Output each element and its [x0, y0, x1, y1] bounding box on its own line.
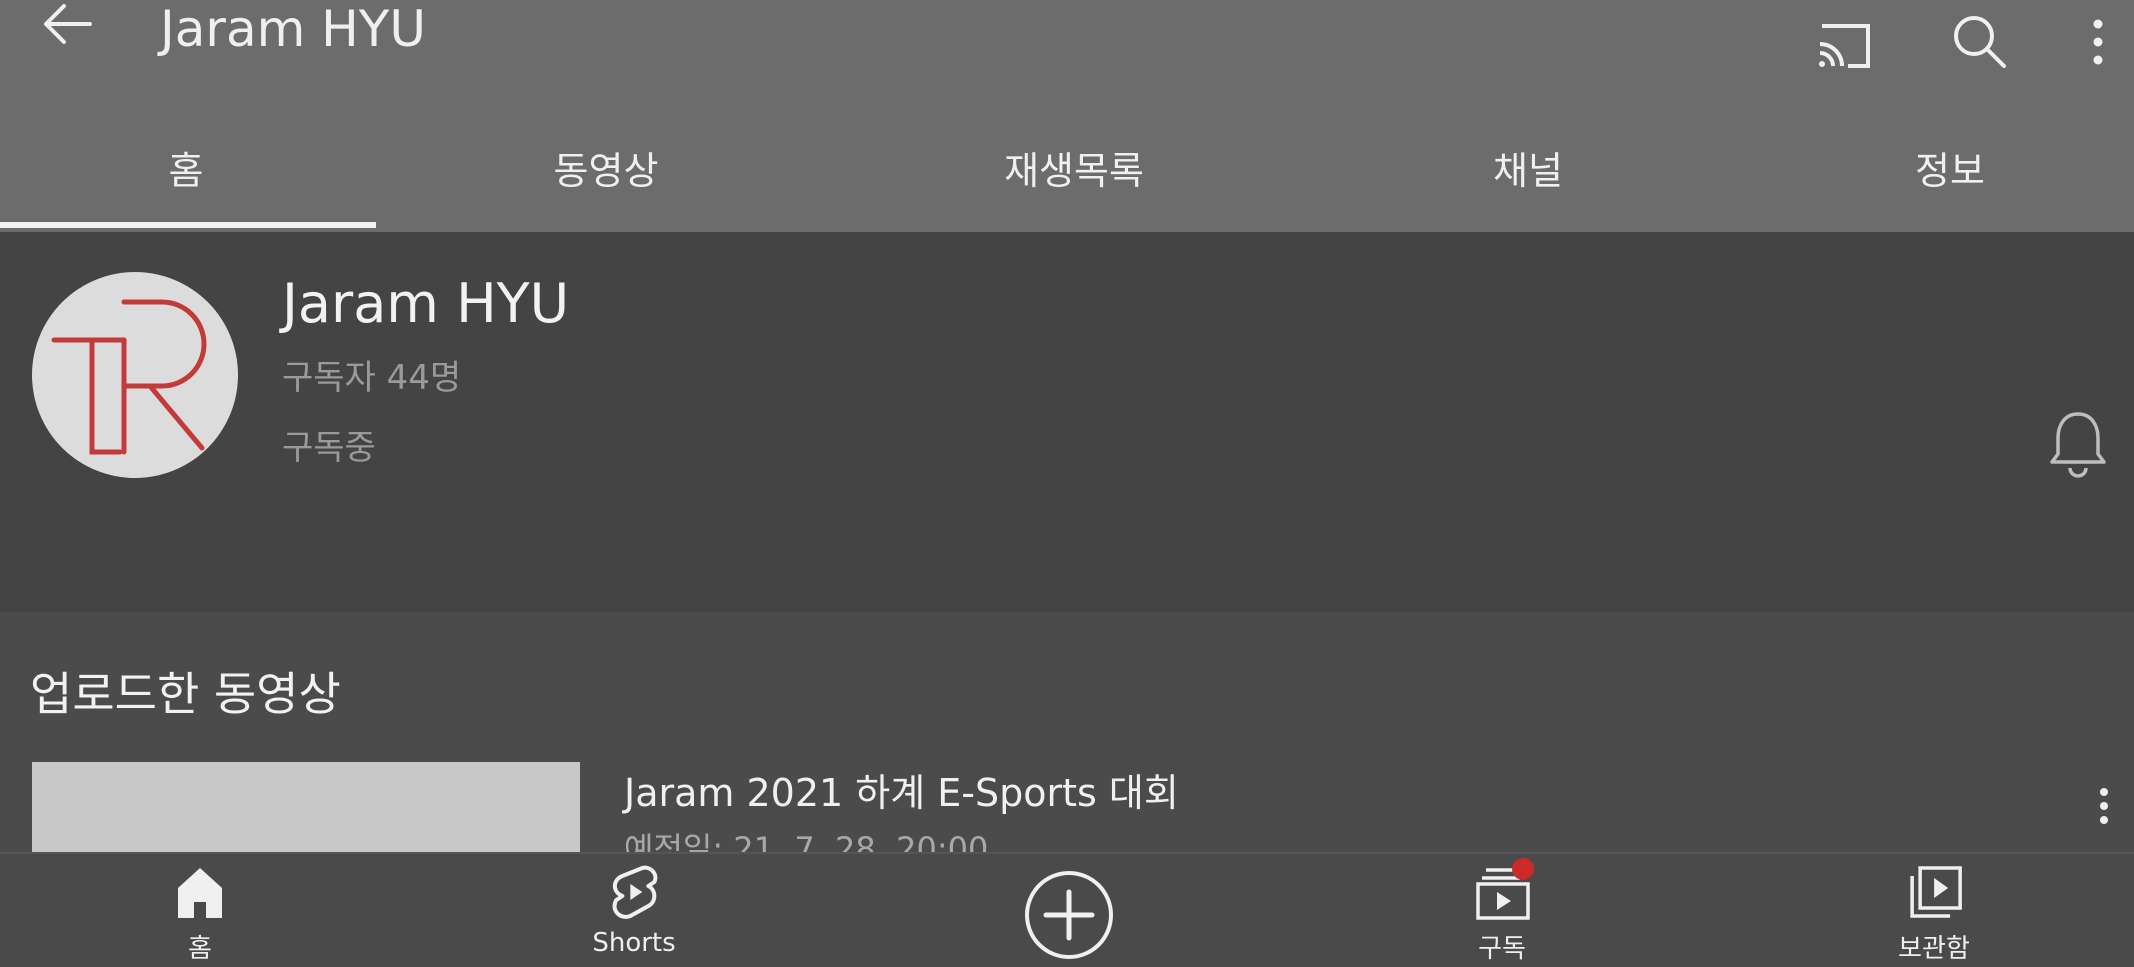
video-thumbnail[interactable]: [32, 762, 580, 852]
create-plus-icon[interactable]: [1024, 870, 1114, 960]
more-vertical-icon[interactable]: [2062, 6, 2134, 78]
bell-icon[interactable]: [2048, 408, 2108, 478]
home-icon: [170, 862, 230, 922]
channel-header: Jaram HYU 구독자 44명 구독중: [0, 232, 2134, 612]
shorts-icon: [604, 862, 664, 922]
subscriber-count: 구독자 44명: [282, 358, 462, 398]
nav-label-shorts: Shorts: [592, 928, 676, 958]
video-title[interactable]: Jaram 2021 하계 E-Sports 대회: [624, 762, 1179, 817]
library-icon: [1904, 862, 1964, 922]
page-title: Jaram HYU: [160, 0, 426, 58]
tab-home[interactable]: 홈: [169, 140, 204, 195]
bottom-navigation: 홈 Shorts 구독 보관함: [0, 852, 2134, 967]
notification-badge: [1512, 858, 1534, 880]
nav-shorts[interactable]: Shorts: [592, 854, 676, 967]
channel-avatar[interactable]: [32, 272, 238, 478]
nav-label-subscriptions: 구독: [1478, 934, 1526, 964]
nav-home[interactable]: 홈: [170, 854, 230, 967]
nav-label-home: 홈: [188, 934, 212, 964]
tab-channels[interactable]: 채널: [1493, 140, 1563, 195]
subscription-status[interactable]: 구독중: [282, 420, 376, 469]
channel-name: Jaram HYU: [282, 272, 570, 335]
nav-library[interactable]: 보관함: [1898, 854, 1970, 967]
nav-label-library: 보관함: [1898, 934, 1970, 964]
nav-subscriptions[interactable]: 구독: [1472, 854, 1534, 967]
cast-icon[interactable]: [1808, 8, 1880, 80]
selected-tab-indicator: [0, 222, 376, 228]
tab-playlists[interactable]: 재생목록: [1004, 140, 1144, 195]
arrow-left-icon[interactable]: [40, 0, 104, 52]
video-more-icon[interactable]: [2090, 782, 2118, 832]
uploads-section: 업로드한 동영상 Jaram 2021 하계 E-Sports 대회 예정일: …: [0, 612, 2134, 868]
subscriptions-icon: [1472, 858, 1534, 922]
tab-videos[interactable]: 동영상: [554, 140, 659, 195]
top-app-bar: Jaram HYU 홈 동영상 재생목록 채널 정보: [0, 0, 2134, 232]
tab-about[interactable]: 정보: [1915, 140, 1985, 195]
section-title: 업로드한 동영상: [30, 667, 341, 721]
channel-tabs: 홈 동영상 재생목록 채널 정보: [0, 108, 2134, 232]
search-icon[interactable]: [1944, 6, 2016, 78]
